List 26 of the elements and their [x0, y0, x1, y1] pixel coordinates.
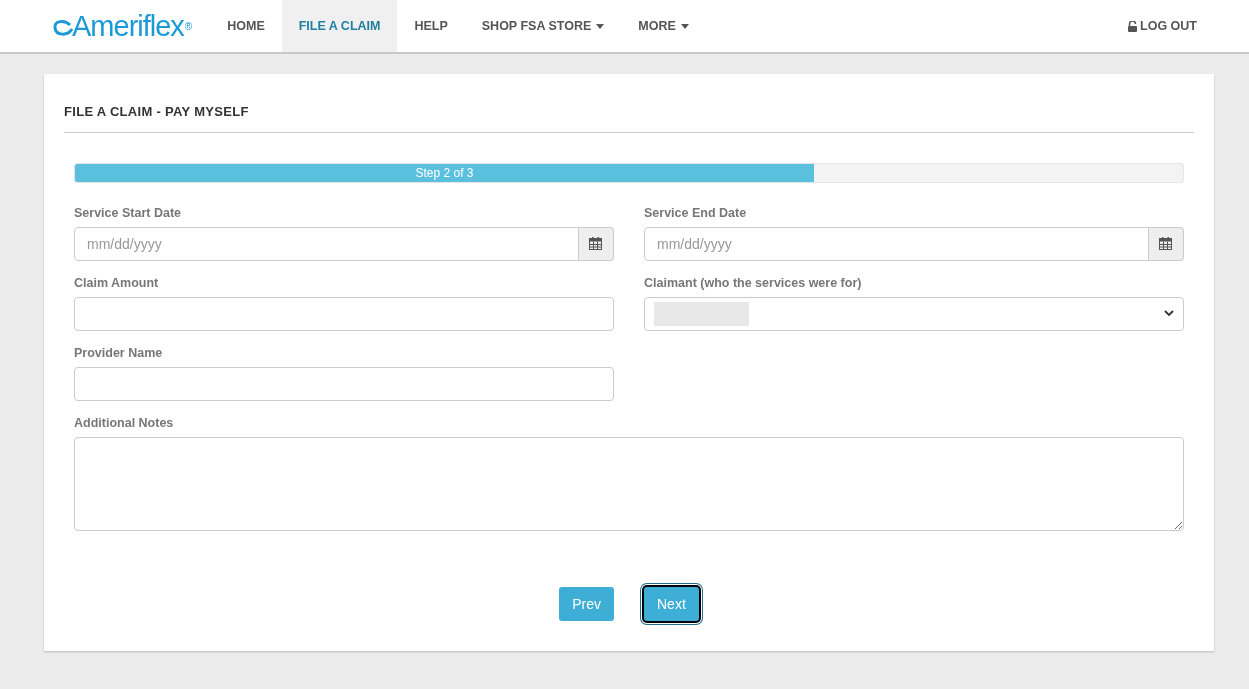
progress-fill: Step 2 of 3 — [75, 163, 815, 182]
field-label: Additional Notes — [74, 414, 174, 431]
text-area[interactable] — [74, 436, 1184, 531]
calendar-button[interactable] — [578, 226, 614, 261]
input-field[interactable] — [74, 296, 614, 331]
logout-link[interactable]: LOG OUT — [1128, 0, 1197, 52]
select-field[interactable] — [644, 296, 1184, 331]
calendar-icon — [589, 237, 603, 250]
nav-link[interactable]: HELP — [397, 0, 465, 52]
panel-title: FILE A CLAIM - PAY MYSELF — [64, 102, 1194, 133]
nav-link[interactable]: HOME — [210, 0, 282, 52]
date-field[interactable]: mm/dd/yyyy — [644, 226, 1149, 261]
input-field[interactable] — [74, 366, 614, 401]
calendar-icon — [1159, 237, 1173, 250]
nav-link[interactable]: SHOP FSA STORE — [464, 0, 622, 52]
nav-link[interactable]: FILE A CLAIM — [281, 0, 398, 52]
date-field[interactable]: mm/dd/yyyy — [74, 226, 579, 261]
field-label: Service End Date — [644, 204, 747, 221]
lock-icon — [1128, 20, 1138, 32]
nav-link[interactable]: MORE — [621, 0, 706, 52]
field-label: Provider Name — [74, 344, 163, 361]
field-label: Claimant (who the services were for) — [644, 274, 862, 291]
calendar-button[interactable] — [1148, 226, 1184, 261]
field-label: Service Start Date — [74, 204, 181, 221]
chevron-icon — [1164, 310, 1174, 317]
field-label: Claim Amount — [74, 274, 159, 291]
